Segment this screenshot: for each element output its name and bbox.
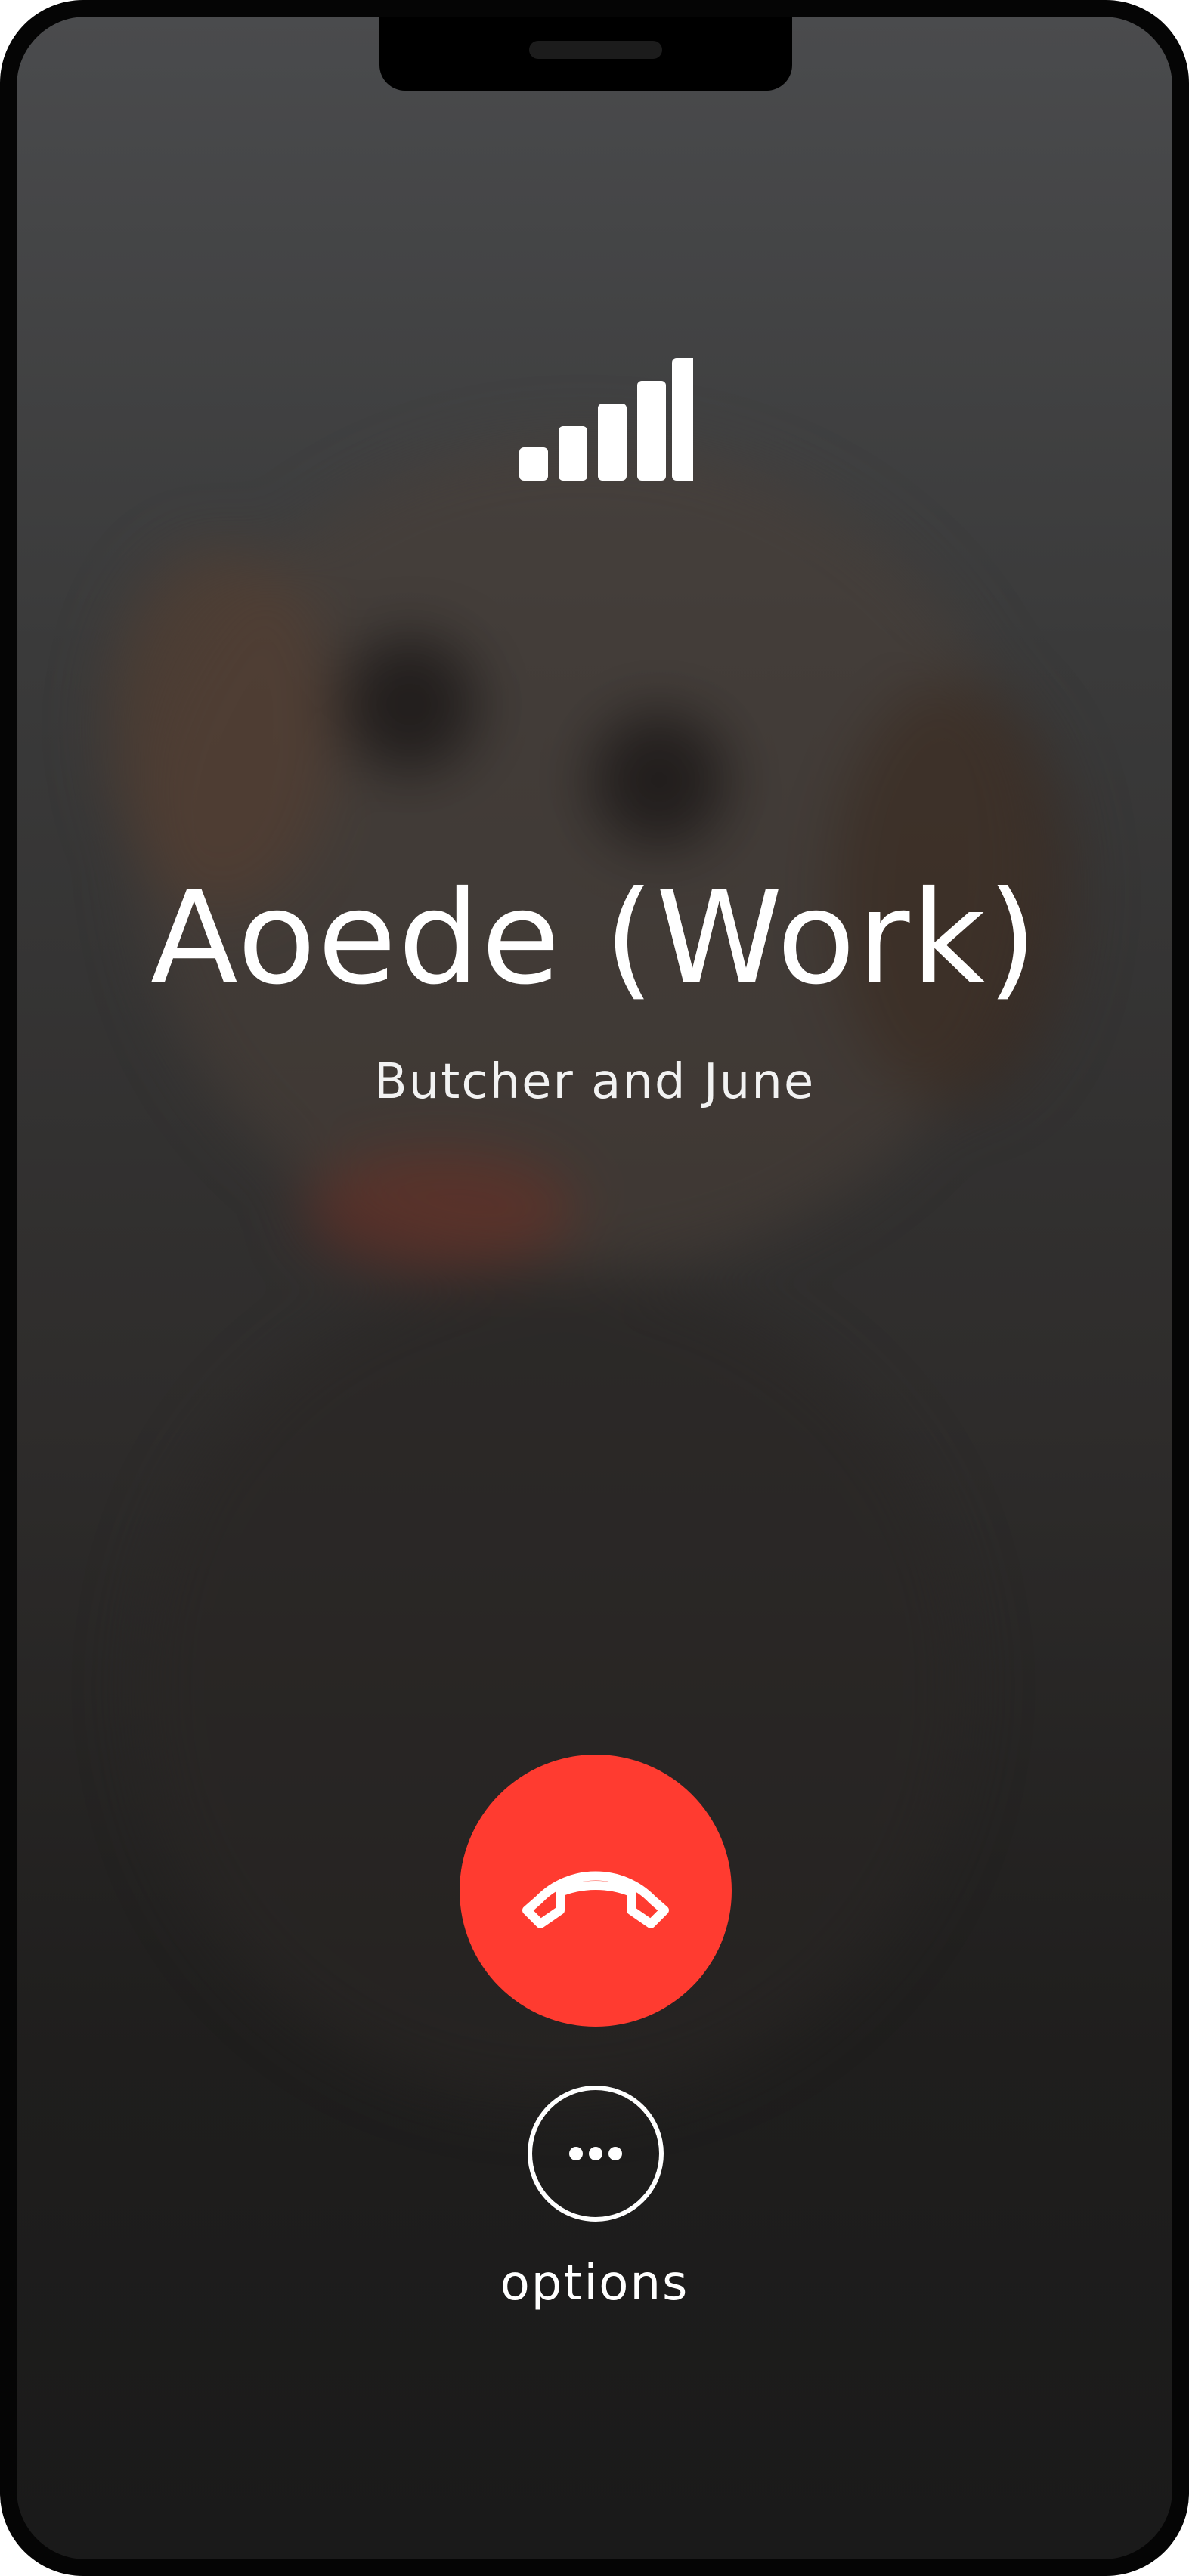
- phone-hangup-icon: [522, 1871, 669, 1928]
- caller-name: Aoede (Work): [150, 864, 1039, 1013]
- options-button[interactable]: [528, 2086, 664, 2222]
- options-label: options: [500, 2256, 689, 2312]
- caller-subtitle: Butcher and June: [373, 1054, 816, 1110]
- phone-frame: Aoede (Work) Butcher and June options: [0, 0, 1189, 2576]
- signal-strength-icon: [519, 358, 693, 481]
- call-screen: Aoede (Work) Butcher and June options: [17, 17, 1172, 2559]
- earpiece-speaker: [529, 41, 662, 59]
- ellipsis-icon: [569, 2147, 622, 2160]
- notch: [379, 17, 792, 91]
- hangup-button[interactable]: [460, 1755, 732, 2027]
